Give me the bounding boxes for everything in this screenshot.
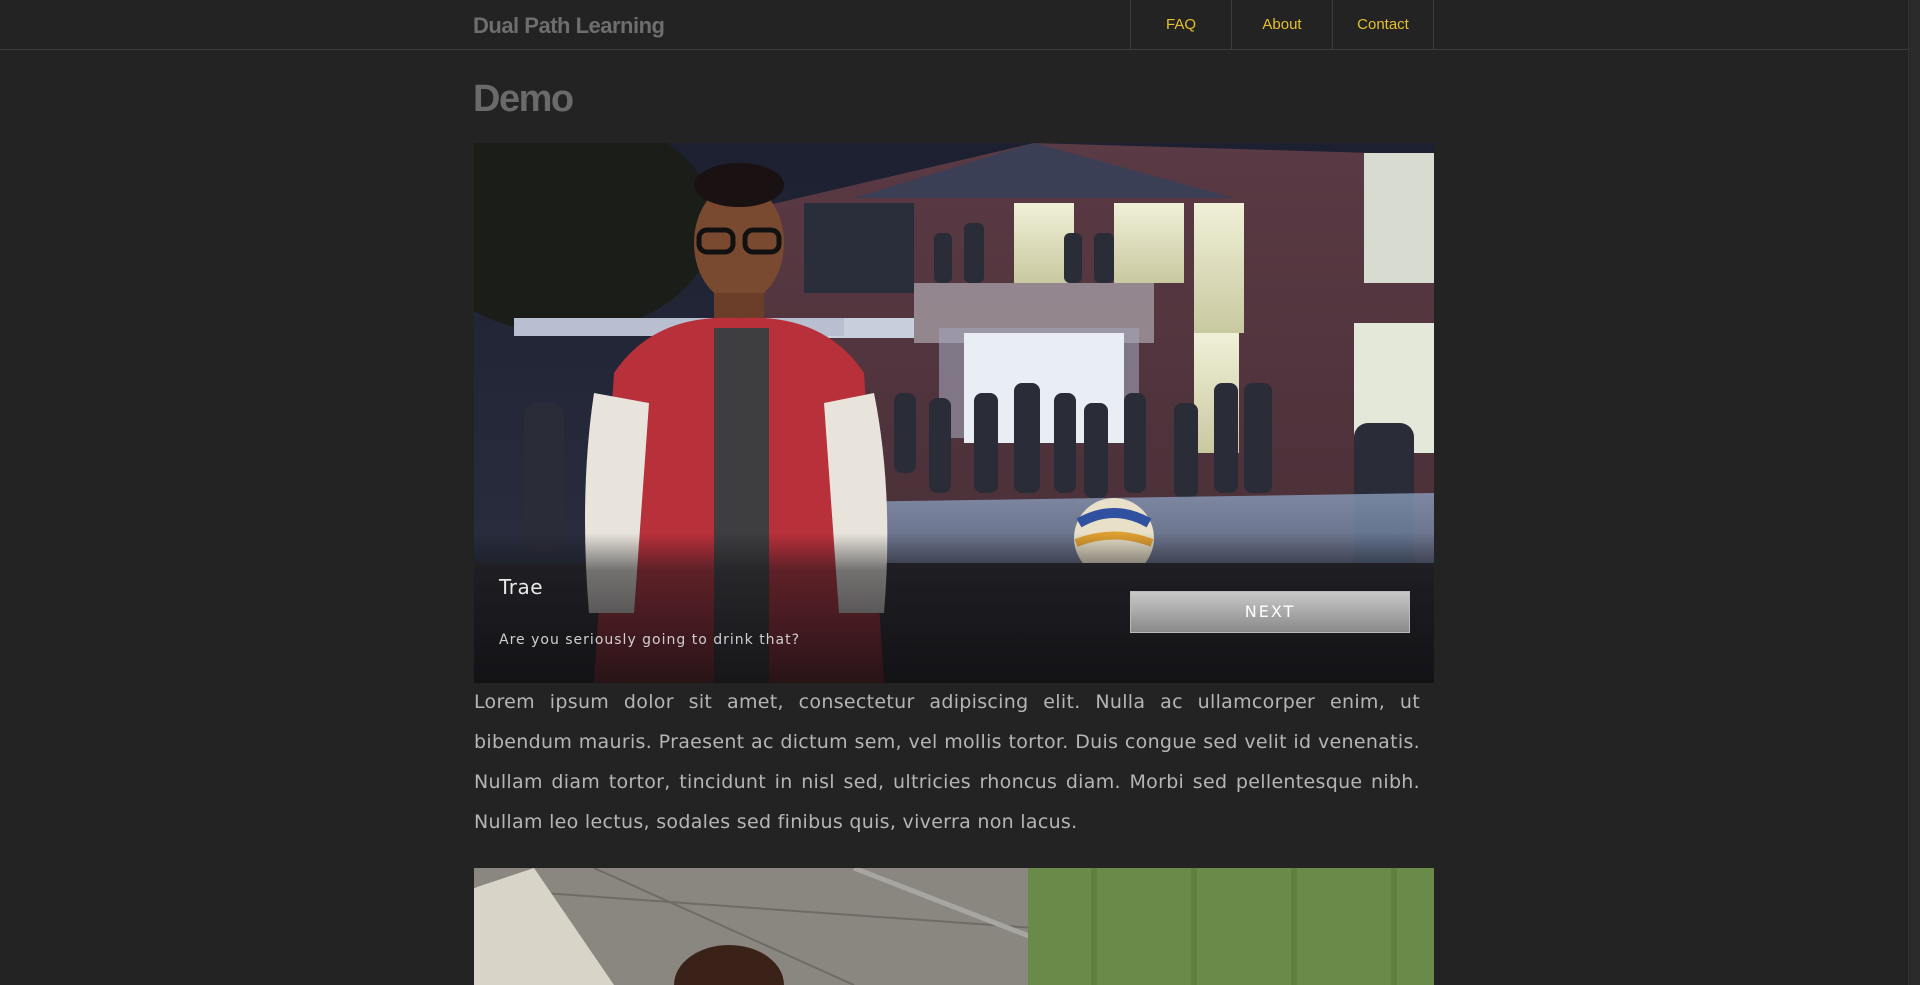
page-scrollbar[interactable]	[1908, 0, 1920, 985]
second-scene-illustration	[474, 868, 1434, 985]
nav-faq-link[interactable]: FAQ	[1131, 0, 1232, 50]
main-nav: FAQ About Contact	[1130, 0, 1434, 50]
page-title: Demo	[473, 78, 574, 120]
site-brand[interactable]: Dual Path Learning	[473, 13, 665, 39]
nav-about-link[interactable]: About	[1232, 0, 1333, 50]
nav-contact-link[interactable]: Contact	[1333, 0, 1434, 50]
speaker-name: Trae	[499, 575, 544, 599]
top-navbar: Dual Path Learning FAQ About Contact	[0, 0, 1908, 50]
description-paragraph: Lorem ipsum dolor sit amet, consectetur …	[474, 691, 1420, 833]
game-scene: Trae Are you seriously going to drink th…	[474, 143, 1434, 683]
dialogue-text: Are you seriously going to drink that?	[499, 632, 801, 648]
second-scene-image	[474, 868, 1434, 985]
next-button[interactable]: NEXT	[1130, 591, 1410, 633]
